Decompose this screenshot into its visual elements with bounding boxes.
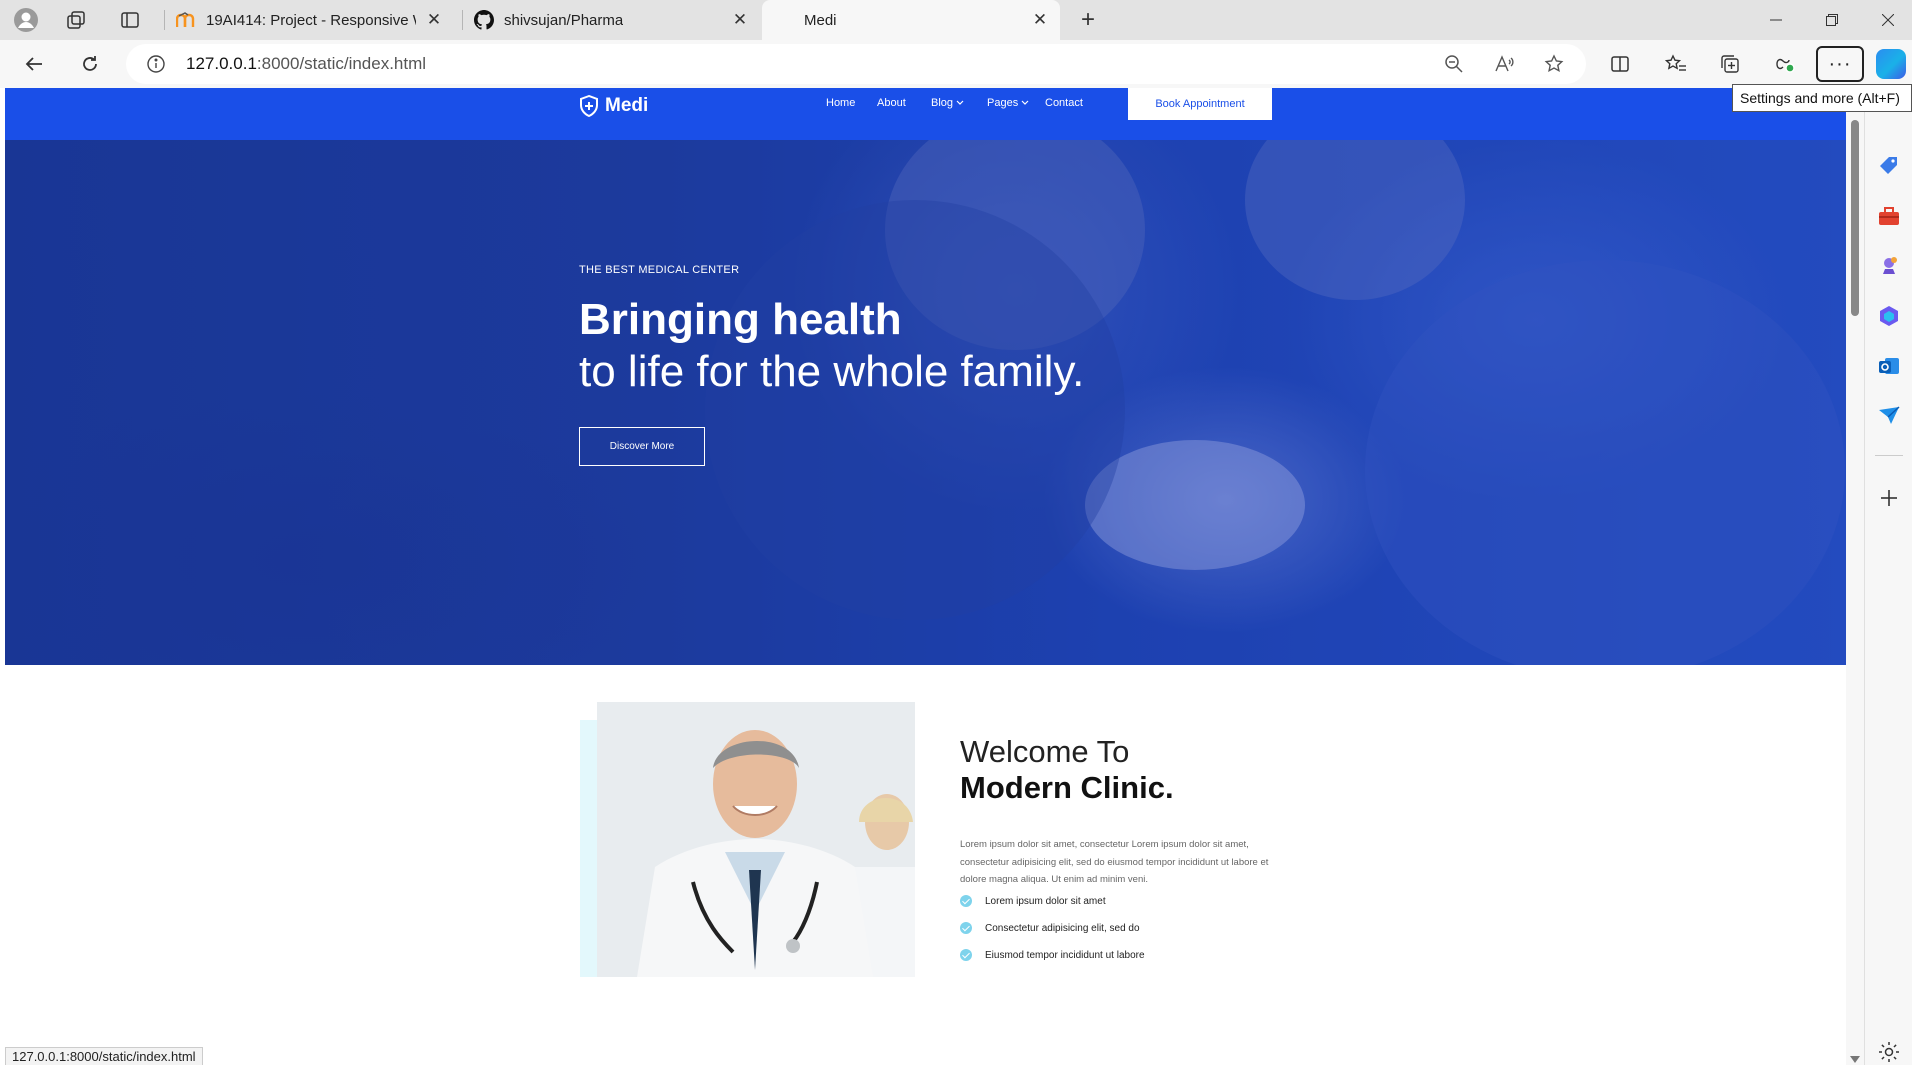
checklist-item: Eiusmod tempor incididunt ut labore: [960, 947, 1145, 963]
tab-title: Medi: [804, 11, 837, 29]
vertical-tabs-icon[interactable]: [116, 6, 144, 34]
tab-moodle[interactable]: 19AI414: Project - Responsive We ✕: [176, 0, 454, 40]
welcome-title-light: Welcome To: [960, 734, 1130, 769]
scroll-down-arrow-icon[interactable]: [1850, 1056, 1860, 1063]
workspaces-icon[interactable]: [62, 6, 90, 34]
close-tab-icon[interactable]: ✕: [1030, 10, 1050, 30]
restore-icon[interactable]: [1804, 0, 1860, 40]
split-screen-icon[interactable]: [1606, 50, 1634, 78]
address-toolbar: 127.0.0.1:8000/static/index.html ···: [0, 40, 1912, 88]
favorites-icon[interactable]: [1662, 50, 1690, 78]
window-close-icon[interactable]: [1860, 0, 1912, 40]
favorite-star-icon[interactable]: [1542, 52, 1566, 76]
sidebar-divider: [1875, 455, 1903, 456]
back-icon[interactable]: [18, 48, 50, 80]
nav-home[interactable]: Home: [826, 96, 855, 110]
tab-title: 19AI414: Project - Responsive We: [206, 11, 416, 29]
blank-page-icon: [774, 10, 794, 30]
send-icon[interactable]: [1877, 404, 1901, 428]
chevron-down-icon: [1021, 100, 1029, 105]
collections-icon[interactable]: [1716, 50, 1744, 78]
check-circle-icon: [960, 949, 972, 961]
hero-title-bold: Bringing health: [579, 295, 902, 344]
doctor-photo: [597, 702, 915, 977]
tab-title: shivsujan/Pharma: [504, 11, 624, 29]
hero-title-light: to life for the whole family.: [579, 347, 1085, 396]
checklist-item: Consectetur adipisicing elit, sed do: [960, 920, 1140, 936]
zoom-icon[interactable]: [1442, 52, 1466, 76]
nav-blog[interactable]: Blog: [931, 96, 964, 110]
browser-essentials-icon[interactable]: [1770, 50, 1798, 78]
edge-sidebar: [1864, 86, 1912, 1065]
tools-icon[interactable]: [1877, 204, 1901, 228]
hero-section: THE BEST MEDICAL CENTER Bringing health …: [5, 140, 1846, 665]
url-text[interactable]: 127.0.0.1:8000/static/index.html: [186, 54, 426, 74]
settings-more-button[interactable]: ···: [1816, 46, 1864, 82]
shopping-tag-icon[interactable]: [1877, 154, 1901, 178]
close-tab-icon[interactable]: ✕: [424, 10, 444, 30]
add-icon[interactable]: [1877, 486, 1901, 510]
site-info-icon[interactable]: [146, 54, 166, 74]
nav-contact[interactable]: Contact: [1045, 96, 1083, 110]
microsoft-365-icon[interactable]: [1877, 304, 1901, 328]
chevron-down-icon: [956, 100, 964, 105]
tab-medi[interactable]: Medi ✕: [762, 0, 1060, 40]
site-logo[interactable]: Medi: [579, 92, 648, 120]
welcome-paragraph: Lorem ipsum dolor sit amet, consectetur …: [960, 839, 1269, 885]
nav-about[interactable]: About: [877, 96, 906, 110]
sidebar-settings-gear-icon[interactable]: [1877, 1040, 1901, 1064]
profile-icon[interactable]: [12, 6, 40, 34]
shield-icon: [580, 95, 598, 117]
welcome-title-bold: Modern Clinic.: [960, 770, 1174, 805]
checklist-item: Lorem ipsum dolor sit amet: [960, 893, 1106, 909]
brand-name: Medi: [605, 95, 649, 116]
status-bar-url: 127.0.0.1:8000/static/index.html: [5, 1047, 203, 1065]
games-icon[interactable]: [1877, 254, 1901, 278]
reload-icon[interactable]: [74, 48, 106, 80]
scroll-thumb[interactable]: [1851, 120, 1859, 316]
hero-kicker: THE BEST MEDICAL CENTER: [579, 264, 740, 276]
hero-overlay: [5, 140, 1846, 665]
page-viewport: Medi Home About Blog Pages Contact Book …: [5, 88, 1846, 1065]
copilot-icon[interactable]: [1876, 49, 1906, 79]
outlook-icon[interactable]: [1877, 354, 1901, 378]
site-navbar: Medi Home About Blog Pages Contact Book …: [5, 88, 1846, 140]
check-circle-icon: [960, 922, 972, 934]
new-tab-icon[interactable]: +: [1074, 6, 1102, 34]
tab-bar: 19AI414: Project - Responsive We ✕ shivs…: [0, 0, 1912, 40]
nav-pages[interactable]: Pages: [987, 96, 1029, 110]
discover-more-button[interactable]: Discover More: [579, 427, 705, 466]
image-accent-block: [580, 720, 597, 977]
book-appointment-button[interactable]: Book Appointment: [1128, 88, 1272, 120]
address-bar[interactable]: 127.0.0.1:8000/static/index.html: [126, 44, 1586, 84]
tooltip: Settings and more (Alt+F): [1732, 84, 1912, 112]
check-circle-icon: [960, 895, 972, 907]
tab-github[interactable]: shivsujan/Pharma ✕: [474, 0, 760, 40]
close-tab-icon[interactable]: ✕: [730, 10, 750, 30]
moodle-icon: [176, 10, 196, 30]
read-aloud-icon[interactable]: [1492, 52, 1516, 76]
minimize-icon[interactable]: [1748, 0, 1804, 40]
page-scrollbar[interactable]: [1846, 88, 1864, 1065]
github-icon: [474, 10, 494, 30]
